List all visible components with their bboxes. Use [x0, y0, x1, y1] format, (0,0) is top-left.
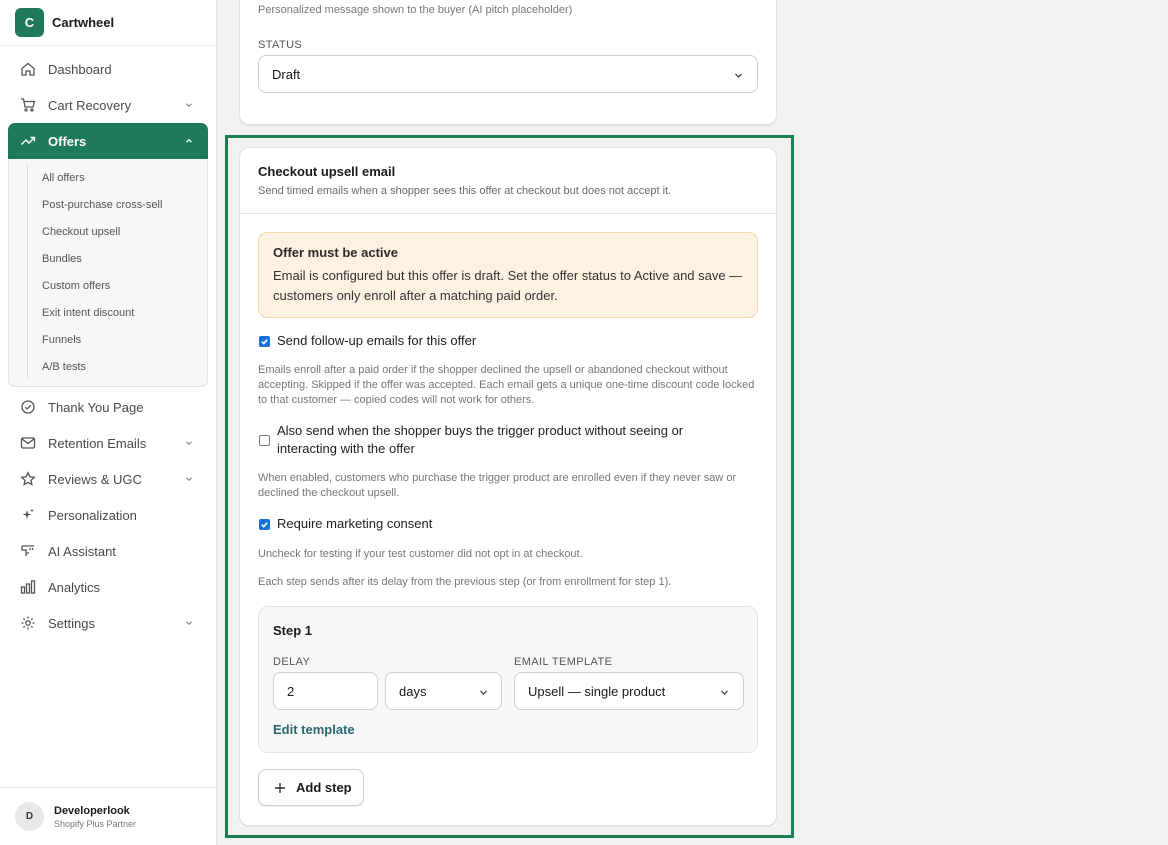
plus-icon: [275, 782, 285, 793]
nav-label: Analytics: [48, 579, 101, 595]
subnav-item-checkout-upsell[interactable]: Checkout upsell: [9, 218, 207, 245]
message-helper-text: Personalized message shown to the buyer …: [258, 4, 573, 16]
avatar: D: [15, 802, 44, 831]
trigger-help: When enabled, customers who purchase the…: [258, 472, 737, 499]
cart-icon: [20, 97, 36, 113]
user-role: Shopify Plus Partner: [54, 818, 137, 829]
brand-logo: C: [15, 8, 44, 37]
subnav-item-all-offers[interactable]: All offers: [9, 164, 207, 191]
chevron-down-icon: [186, 103, 192, 108]
star-icon: [20, 471, 36, 487]
nav-label: AI Assistant: [48, 543, 116, 559]
template-label: EMAIL TEMPLATE: [514, 656, 613, 668]
chevron-down-icon: [721, 690, 728, 695]
subnav-item-exit-intent[interactable]: Exit intent discount: [9, 299, 207, 326]
card-header: Checkout upsell email Send timed emails …: [240, 148, 776, 214]
bar-chart-icon: [20, 579, 36, 595]
checkmark-icon: [261, 522, 268, 528]
card-subtitle: Send timed emails when a shopper sees th…: [258, 185, 672, 197]
mail-icon: [20, 435, 36, 451]
card-title: Checkout upsell email: [258, 164, 396, 179]
trending-up-icon: [20, 133, 36, 149]
banner-body: Email is configured but this offer is dr…: [273, 268, 743, 303]
delay-label: DELAY: [273, 656, 311, 668]
user-profile[interactable]: D Developerlook Shopify Plus Partner: [0, 787, 216, 845]
status-label: STATUS: [258, 39, 303, 51]
subnav-item-ab-tests[interactable]: A/B tests: [9, 353, 207, 380]
nav-label: Cart Recovery: [48, 97, 132, 113]
consent-checkbox[interactable]: [259, 519, 270, 530]
chevron-down-icon: [480, 690, 487, 695]
nav-label: Dashboard: [48, 61, 112, 77]
delay-unit-select[interactable]: days: [385, 672, 502, 710]
subnav-item-custom-offers[interactable]: Custom offers: [9, 272, 207, 299]
nav-item-personalization[interactable]: Personalization: [0, 497, 216, 533]
add-step-button[interactable]: Add step: [258, 769, 364, 806]
checkout-upsell-email-card: Checkout upsell email Send timed emails …: [239, 147, 777, 826]
status-select[interactable]: Draft: [258, 55, 758, 93]
subnav-item-post-purchase[interactable]: Post-purchase cross-sell: [9, 191, 207, 218]
gear-icon: [20, 615, 36, 631]
nav-item-dashboard[interactable]: Dashboard: [0, 51, 216, 87]
delay-value: 2: [287, 683, 295, 699]
banner-title: Offer must be active: [273, 245, 398, 260]
trigger-label[interactable]: Also send when the shopper buys the trig…: [277, 422, 737, 458]
nav-item-thank-you[interactable]: Thank You Page: [0, 389, 216, 425]
nav-item-settings[interactable]: Settings: [0, 605, 216, 641]
nav-item-reviews[interactable]: Reviews & UGC: [0, 461, 216, 497]
sidebar: C Cartwheel Dashboard Cart Recovery Offe…: [0, 0, 217, 845]
status-value: Draft: [272, 66, 301, 82]
ai-assistant-icon: [20, 543, 36, 559]
checkmark-icon: [261, 339, 268, 345]
subnav-item-bundles[interactable]: Bundles: [9, 245, 207, 272]
brand-name: Cartwheel: [52, 15, 115, 30]
edit-template-link[interactable]: Edit template: [273, 722, 355, 737]
consent-help: Uncheck for testing if your test custome…: [258, 548, 583, 560]
chevron-down-icon: [735, 73, 742, 78]
main-nav: Dashboard Cart Recovery Offers All offer…: [0, 46, 216, 641]
offer-details-card: Personalized message shown to the buyer …: [239, 0, 777, 125]
step-title: Step 1: [273, 623, 313, 638]
nav-item-cart-recovery[interactable]: Cart Recovery: [0, 87, 216, 123]
nav-item-offers[interactable]: Offers: [8, 123, 208, 159]
offers-subnav: All offers Post-purchase cross-sell Chec…: [8, 159, 208, 387]
chevron-down-icon: [186, 621, 192, 626]
email-step: Step 1 DELAY 2 days EMAIL TEMPLATE Upsel…: [258, 606, 758, 753]
warning-banner: Offer must be active Email is configured…: [258, 232, 758, 318]
chevron-up-icon: [186, 138, 192, 143]
chevron-down-icon: [186, 477, 192, 482]
steps-help: Each step sends after its delay from the…: [258, 576, 672, 588]
nav-label: Settings: [48, 615, 95, 631]
subnav-item-funnels[interactable]: Funnels: [9, 326, 207, 353]
delay-input[interactable]: 2: [273, 672, 378, 710]
nav-label: Retention Emails: [48, 435, 147, 451]
nav-label: Reviews & UGC: [48, 471, 142, 487]
template-value: Upsell — single product: [528, 683, 666, 699]
chevron-down-icon: [186, 441, 192, 446]
user-name: Developerlook: [54, 804, 130, 817]
nav-item-ai-assistant[interactable]: AI Assistant: [0, 533, 216, 569]
email-template-select[interactable]: Upsell — single product: [514, 672, 744, 710]
home-icon: [20, 61, 36, 77]
followup-help: Emails enroll after a paid order if the …: [258, 364, 755, 406]
trigger-checkbox[interactable]: [259, 435, 270, 446]
nav-label: Personalization: [48, 507, 137, 523]
followup-checkbox[interactable]: [259, 336, 270, 347]
followup-label[interactable]: Send follow-up emails for this offer: [277, 332, 476, 350]
consent-label[interactable]: Require marketing consent: [277, 515, 432, 533]
nav-item-retention-emails[interactable]: Retention Emails: [0, 425, 216, 461]
nav-item-analytics[interactable]: Analytics: [0, 569, 216, 605]
brand: C Cartwheel: [0, 0, 216, 46]
add-step-label: Add step: [296, 780, 352, 795]
sparkle-icon: [20, 507, 36, 523]
nav-label: Thank You Page: [48, 399, 144, 415]
nav-label: Offers: [48, 133, 87, 149]
check-circle-icon: [20, 399, 36, 415]
delay-unit-value: days: [399, 683, 427, 699]
